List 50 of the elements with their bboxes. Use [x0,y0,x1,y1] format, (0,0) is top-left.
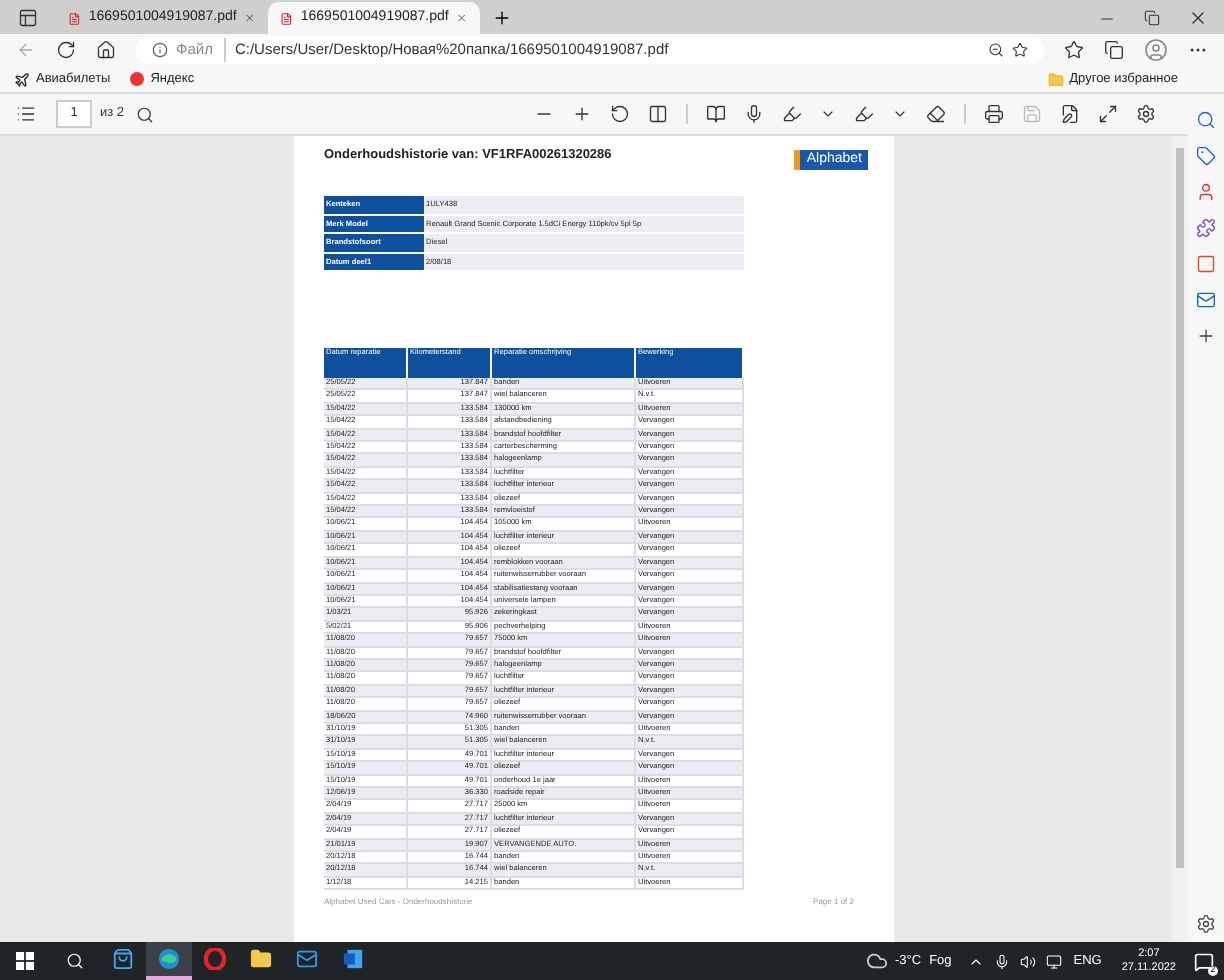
rotate-icon[interactable] [610,104,630,124]
save-as-icon[interactable] [1060,104,1080,124]
fullscreen-icon[interactable] [1098,104,1118,124]
volume-icon[interactable] [1019,953,1036,969]
pdf-icon [280,9,293,27]
close-icon[interactable] [1188,8,1208,28]
print-icon[interactable] [984,104,1004,124]
folder-icon [1047,71,1064,87]
favorite-icon[interactable] [1012,42,1028,58]
caret-icon[interactable] [892,106,908,122]
page-view-icon[interactable] [706,104,726,124]
network-icon[interactable] [1045,953,1062,969]
contents-icon[interactable] [16,104,36,124]
person-icon[interactable] [1196,182,1216,202]
search-icon[interactable] [136,105,155,123]
tag-icon[interactable] [1196,146,1216,166]
eraser-icon[interactable] [926,104,946,124]
taskbar-app[interactable] [146,942,192,980]
highlight-icon[interactable] [854,104,874,124]
info-icon [152,42,168,58]
settings-icon[interactable] [1196,914,1216,934]
store-icon [112,948,134,970]
word-icon [342,948,364,970]
fog-icon [865,950,887,972]
folder-icon [250,948,272,970]
zoom-icon[interactable] [988,42,1004,58]
mail-icon [296,948,318,970]
caret-icon[interactable] [820,106,836,122]
reload-icon[interactable] [56,40,76,60]
settings-icon[interactable] [1136,104,1156,124]
new-tab-icon[interactable] [492,8,512,28]
favorites-icon[interactable] [1064,40,1084,60]
yandex-icon [130,72,145,86]
windows-logo-icon[interactable] [16,952,34,970]
pdf-icon [68,9,81,27]
zoom-in-icon[interactable] [572,104,592,124]
scrollbar[interactable] [1172,136,1188,942]
restore-icon[interactable] [1144,10,1160,26]
collections-icon[interactable] [1104,40,1124,60]
opera-icon [204,948,226,970]
profile-icon[interactable] [1144,38,1168,62]
puzzle-icon[interactable] [1196,218,1216,238]
edge-icon [158,948,180,970]
add-icon[interactable] [1196,326,1216,346]
plane-icon [14,71,30,87]
home-icon[interactable] [96,40,116,60]
fit-icon[interactable] [648,104,668,124]
tab-actions-icon[interactable] [18,7,38,27]
draw-icon[interactable] [782,104,802,124]
mail-icon[interactable] [1196,290,1216,310]
